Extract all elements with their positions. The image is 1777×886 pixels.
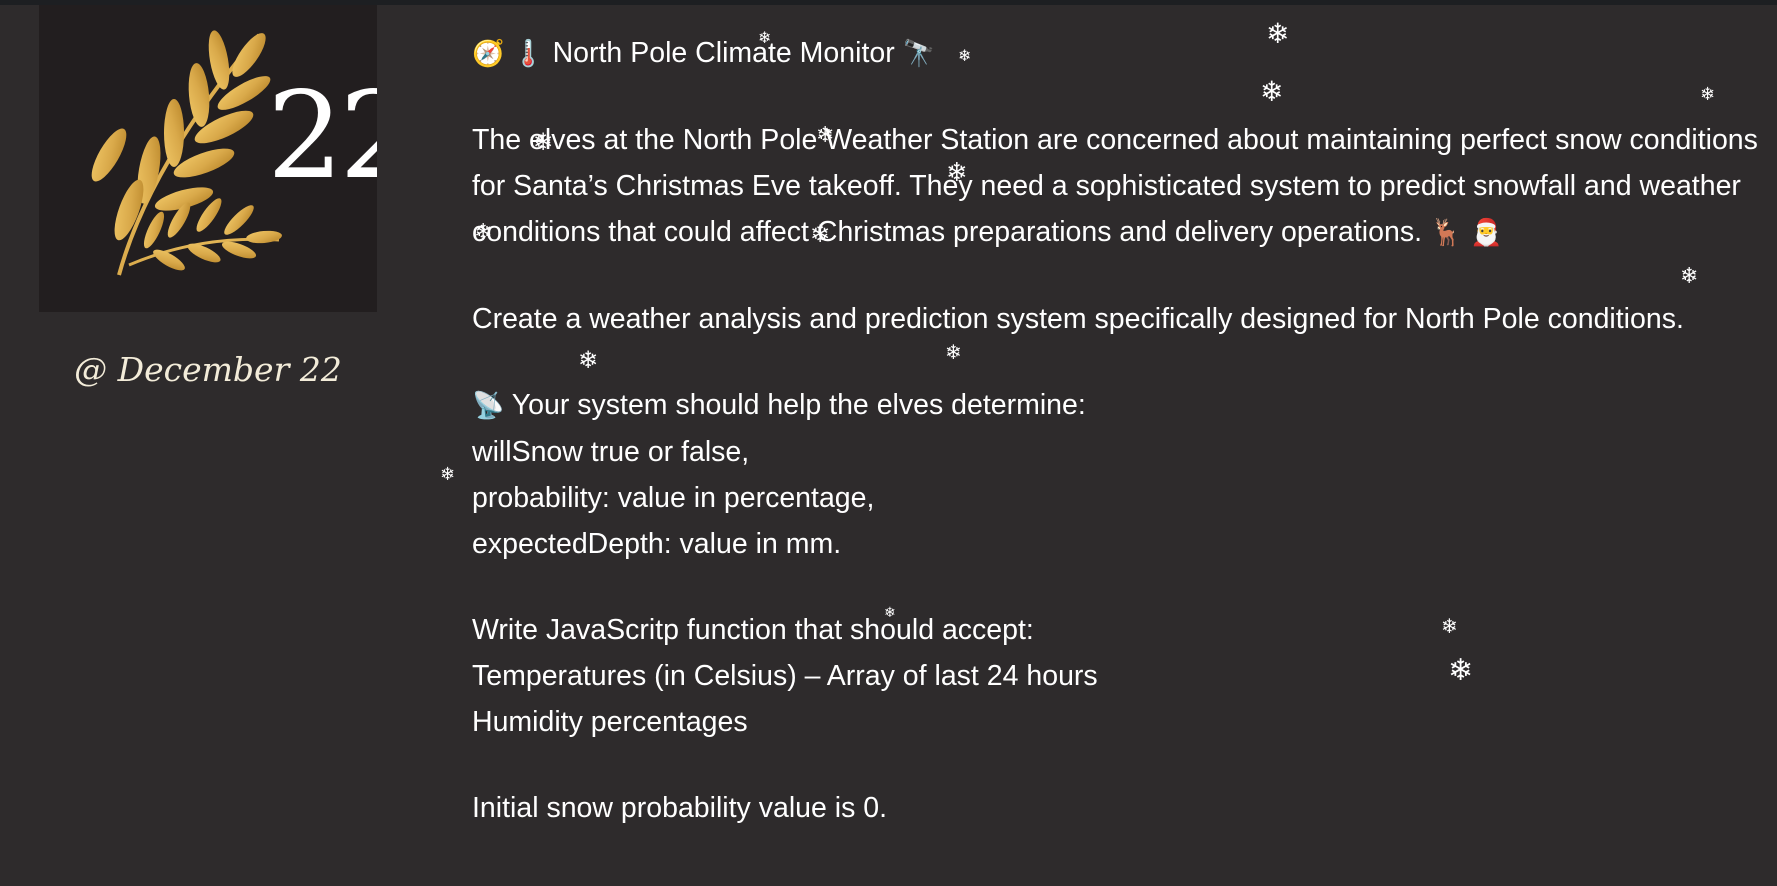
santa-icon: 🎅 <box>1470 218 1503 248</box>
intro-paragraph: The elves at the North Pole Weather Stat… <box>472 117 1762 256</box>
determine-heading: 📡 Your system should help the elves dete… <box>472 382 1762 429</box>
determine-item: probability: value in percentage, <box>472 482 875 514</box>
snowflake-icon: ❄ <box>440 464 456 485</box>
title-text: North Pole Climate Monitor <box>552 37 895 69</box>
telescope-icon: 🔭 <box>902 39 936 69</box>
initial-value-text: Initial snow probability value is 0. <box>472 792 888 824</box>
day-card: 22 <box>39 5 377 312</box>
accept-item: Humidity percentages <box>472 706 748 738</box>
determine-item: expectedDepth: value in mm. <box>472 528 842 560</box>
thermometer-icon: 🌡️ <box>512 39 545 69</box>
intro-text: The elves at the North Pole Weather Stat… <box>472 124 1758 248</box>
determine-heading-text: Your system should help the elves determ… <box>511 389 1086 421</box>
accept-item: Temperatures (in Celsius) – Array of las… <box>472 660 1098 692</box>
golden-leaf-icon <box>91 30 282 276</box>
page: 22 @ December 22 🧭 🌡️ North Pole Climate… <box>0 0 1777 886</box>
challenge-title: 🧭 🌡️ North Pole Climate Monitor 🔭 <box>472 30 1762 77</box>
accept-heading: Write JavaScritp function that should ac… <box>472 614 1034 646</box>
reindeer-icon: 🦌 <box>1429 218 1463 248</box>
day-number: 22 <box>267 67 377 206</box>
satellite-dish-icon: 📡 <box>472 391 505 421</box>
compass-icon: 🧭 <box>472 39 505 69</box>
task-paragraph: Create a weather analysis and prediction… <box>472 303 1684 335</box>
challenge-content: 🧭 🌡️ North Pole Climate Monitor 🔭 The el… <box>472 30 1762 831</box>
determine-item: willSnow true or false, <box>472 436 750 468</box>
day-date: @ December 22 <box>74 350 342 389</box>
